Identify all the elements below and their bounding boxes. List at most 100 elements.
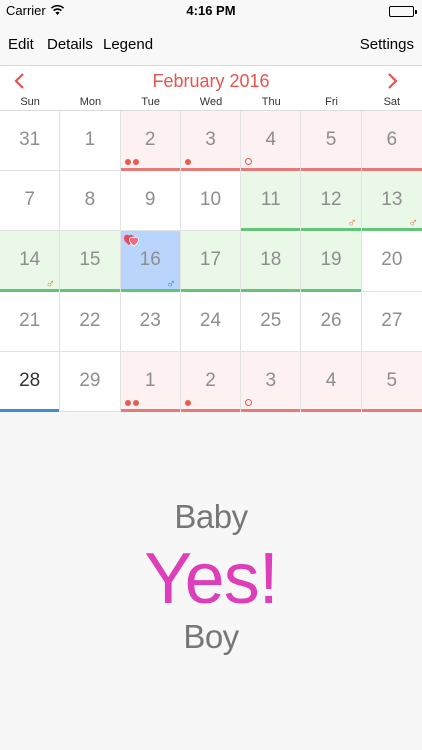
day-cell[interactable]: 27	[361, 291, 422, 352]
hollow-dot-icon	[245, 158, 253, 166]
marker-dots	[184, 400, 191, 406]
day-number: 3	[265, 369, 277, 391]
weekday-label: Tue	[141, 96, 160, 108]
day-number: 27	[381, 309, 403, 331]
day-cell[interactable]: 23	[120, 291, 181, 352]
heart-icon	[123, 233, 140, 247]
chevron-right-icon[interactable]	[386, 72, 410, 96]
day-cell[interactable]: 18	[241, 231, 302, 292]
marker-dots	[124, 159, 139, 166]
calendar-grid: 31 1 2 3 4 5 6 7 8 9 10 11 12 ♂ 13 ♂ 14 ♂ 15 16 ♂ 17 18 19 20 21 2…	[0, 110, 422, 412]
weekday-label: Sat	[383, 96, 401, 108]
weekday-row: Sun Mon Tue Wed Thu Fri Sat	[0, 94, 422, 110]
weekday-label: Wed	[199, 96, 223, 108]
day-number: 20	[381, 249, 403, 271]
day-cell[interactable]: 9	[120, 171, 181, 232]
day-number: 15	[79, 249, 101, 271]
prediction-panel: Baby Yes! Boy	[0, 412, 422, 750]
day-number: 28	[19, 369, 41, 391]
month-header: February 2016	[0, 66, 422, 94]
day-cell[interactable]: 5	[361, 351, 422, 412]
battery-icon	[389, 6, 417, 17]
dot-icon	[124, 159, 131, 166]
day-cell[interactable]: 25	[241, 291, 302, 352]
day-number: 17	[199, 249, 222, 271]
day-number: 16	[139, 249, 161, 271]
weekday-label: Fri	[325, 96, 338, 108]
day-cell[interactable]: 7	[0, 171, 61, 232]
settings-button[interactable]: Settings	[360, 36, 414, 53]
day-cell[interactable]: 2	[180, 351, 242, 412]
details-button[interactable]: Details	[47, 36, 93, 53]
day-number: 1	[144, 369, 156, 391]
day-cell[interactable]: 14 ♂	[0, 231, 61, 292]
day-number: 29	[79, 369, 101, 391]
day-cell[interactable]: 3	[241, 351, 302, 412]
day-cell[interactable]: 1	[60, 111, 121, 172]
day-number: 5	[386, 369, 398, 391]
day-number: 1	[84, 129, 96, 150]
day-cell[interactable]: 19	[301, 231, 362, 292]
day-cell[interactable]: 21	[0, 291, 61, 352]
day-cell[interactable]: 29	[60, 351, 121, 412]
day-cell[interactable]: 13 ♂	[361, 171, 422, 232]
day-number: 24	[199, 309, 222, 331]
marker-dots	[245, 158, 253, 166]
edit-button[interactable]: Edit	[8, 36, 34, 53]
day-number: 14	[19, 249, 41, 271]
day-cell[interactable]: 1	[120, 351, 181, 412]
day-number: 10	[199, 189, 222, 211]
day-cell[interactable]: 2	[120, 111, 181, 172]
day-number: 13	[381, 189, 403, 211]
marker-dots	[184, 159, 191, 166]
hollow-dot-icon	[245, 399, 253, 406]
day-cell[interactable]: 31	[0, 111, 61, 172]
day-number: 23	[139, 309, 161, 331]
day-number: 22	[79, 309, 101, 331]
day-number: 21	[19, 309, 41, 331]
day-cell[interactable]: 16 ♂	[120, 231, 181, 292]
day-number: 7	[24, 189, 35, 211]
day-cell[interactable]: 4	[241, 111, 302, 172]
day-cell[interactable]: 11	[241, 171, 302, 232]
legend-button[interactable]: Legend	[103, 36, 153, 53]
day-number: 2	[144, 129, 156, 150]
day-cell[interactable]: 17	[180, 231, 242, 292]
day-cell[interactable]: 20	[361, 231, 422, 292]
status-bar: Carrier 4:16 PM	[0, 0, 422, 22]
day-cell-today[interactable]: 28	[0, 351, 61, 412]
day-number: 31	[19, 129, 41, 150]
weekday-label: Mon	[79, 96, 102, 108]
day-cell[interactable]: 8	[60, 171, 121, 232]
day-number: 2	[205, 369, 216, 391]
day-cell[interactable]: 4	[301, 351, 362, 412]
marker-dots	[245, 399, 253, 406]
day-cell[interactable]: 22	[60, 291, 121, 352]
weekday-label: Thu	[261, 96, 281, 108]
day-number: 6	[386, 129, 398, 150]
day-number: 5	[325, 129, 337, 150]
day-cell[interactable]: 26	[301, 291, 362, 352]
day-number: 8	[84, 189, 96, 211]
month-title: February 2016	[152, 71, 270, 91]
dot-icon	[132, 159, 139, 166]
day-cell[interactable]: 24	[180, 291, 242, 352]
prediction-gender: Boy	[183, 618, 239, 655]
day-number: 3	[205, 129, 216, 150]
toolbar: Edit Details Legend Settings	[0, 22, 422, 66]
dot-icon	[124, 400, 131, 406]
dot-icon	[184, 400, 191, 406]
day-number: 25	[260, 309, 282, 331]
day-cell[interactable]: 5	[301, 111, 362, 172]
day-number: 4	[325, 369, 337, 391]
day-cell[interactable]: 6	[361, 111, 422, 172]
marker-dots	[124, 400, 139, 406]
day-number: 11	[260, 189, 281, 211]
day-number: 4	[265, 129, 277, 150]
day-cell[interactable]: 10	[180, 171, 242, 232]
prediction-result: Yes!	[144, 539, 278, 619]
clock: 4:16 PM	[186, 3, 236, 18]
day-cell[interactable]: 15	[60, 231, 121, 292]
day-cell[interactable]: 12 ♂	[301, 171, 362, 232]
day-cell[interactable]: 3	[180, 111, 242, 172]
